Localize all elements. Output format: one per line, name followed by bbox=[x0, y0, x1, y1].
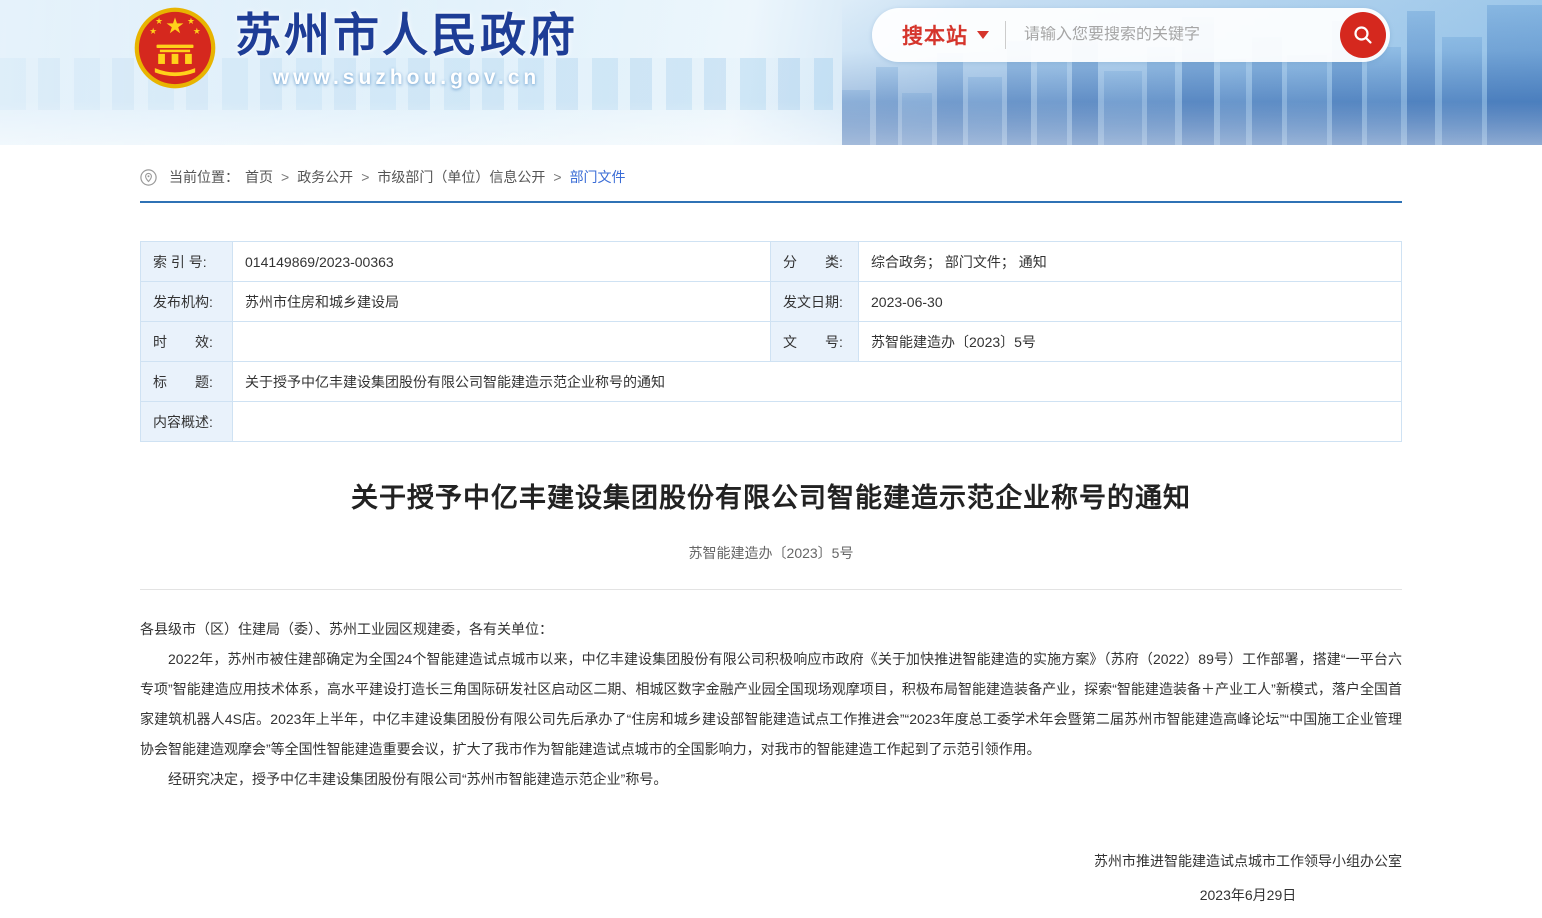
site-brand: 苏州市人民政府 www.suzhou.gov.cn bbox=[133, 6, 578, 90]
meta-date-label: 发文日期: bbox=[771, 282, 859, 322]
breadcrumb-separator: > bbox=[281, 169, 289, 185]
table-row: 标 题: 关于授予中亿丰建设集团股份有限公司智能建造示范企业称号的通知 bbox=[141, 362, 1402, 402]
table-row: 索 引 号: 014149869/2023-00363 分 类: 综合政务； 部… bbox=[141, 242, 1402, 282]
meta-publisher-label: 发布机构: bbox=[141, 282, 233, 322]
meta-index-value: 014149869/2023-00363 bbox=[233, 242, 771, 282]
meta-index-label: 索 引 号: bbox=[141, 242, 233, 282]
breadcrumb-dept-disclosure[interactable]: 市级部门（单位）信息公开 bbox=[377, 167, 545, 187]
meta-category-label: 分 类: bbox=[771, 242, 859, 282]
signature-date: 2023年6月29日 bbox=[1094, 878, 1402, 912]
breadcrumb: 当前位置： 首页 > 政务公开 > 市级部门（单位）信息公开 > 部门文件 bbox=[140, 167, 1402, 187]
meta-summary-label: 内容概述: bbox=[141, 402, 233, 442]
breadcrumb-gov-info[interactable]: 政务公开 bbox=[297, 167, 353, 187]
site-url: www.suzhou.gov.cn bbox=[273, 66, 541, 90]
meta-summary-value bbox=[233, 402, 1402, 442]
breadcrumb-label: 当前位置： bbox=[169, 167, 239, 187]
signature-org: 苏州市推进智能建造试点城市工作领导小组办公室 bbox=[1094, 844, 1402, 878]
site-header: 苏州市人民政府 www.suzhou.gov.cn 搜本站 bbox=[0, 0, 1542, 145]
table-row: 发布机构: 苏州市住房和城乡建设局 发文日期: 2023-06-30 bbox=[141, 282, 1402, 322]
body-paragraph: 经研究决定，授予中亿丰建设集团股份有限公司“苏州市智能建造示范企业”称号。 bbox=[140, 764, 1402, 794]
site-title: 苏州市人民政府 bbox=[235, 6, 578, 64]
title-divider bbox=[140, 589, 1402, 590]
search-icon bbox=[1351, 23, 1375, 47]
meta-publisher-value: 苏州市住房和城乡建设局 bbox=[233, 282, 771, 322]
meta-title-value: 关于授予中亿丰建设集团股份有限公司智能建造示范企业称号的通知 bbox=[233, 362, 1402, 402]
search-button[interactable] bbox=[1340, 12, 1386, 58]
breadcrumb-rule bbox=[140, 201, 1402, 203]
document-number: 苏智能建造办〔2023〕5号 bbox=[140, 543, 1402, 563]
search-scope-label: 搜本站 bbox=[902, 20, 968, 50]
chevron-down-icon bbox=[977, 31, 989, 39]
breadcrumb-separator: > bbox=[553, 169, 561, 185]
meta-date-value: 2023-06-30 bbox=[859, 282, 1402, 322]
search-divider bbox=[1005, 21, 1006, 49]
document-meta-table: 索 引 号: 014149869/2023-00363 分 类: 综合政务； 部… bbox=[140, 241, 1402, 442]
breadcrumb-dept-documents[interactable]: 部门文件 bbox=[570, 167, 626, 187]
meta-category-value: 综合政务； 部门文件； 通知 bbox=[859, 242, 1402, 282]
meta-validity-value bbox=[233, 322, 771, 362]
meta-docnum-label: 文 号: bbox=[771, 322, 859, 362]
breadcrumb-home[interactable]: 首页 bbox=[245, 167, 273, 187]
search-input[interactable] bbox=[1024, 26, 1340, 44]
document-body: 各县级市（区）住建局（委）、苏州工业园区规建委，各有关单位： 2022年，苏州市… bbox=[140, 614, 1402, 794]
meta-title-label: 标 题: bbox=[141, 362, 233, 402]
meta-docnum-value: 苏智能建造办〔2023〕5号 bbox=[859, 322, 1402, 362]
breadcrumb-separator: > bbox=[361, 169, 369, 185]
page-title: 关于授予中亿丰建设集团股份有限公司智能建造示范企业称号的通知 bbox=[140, 476, 1402, 515]
meta-validity-label: 时 效: bbox=[141, 322, 233, 362]
search-scope-dropdown[interactable]: 搜本站 bbox=[902, 20, 989, 50]
salutation: 各县级市（区）住建局（委）、苏州工业园区规建委，各有关单位： bbox=[140, 614, 1402, 644]
table-row: 内容概述: bbox=[141, 402, 1402, 442]
location-icon bbox=[140, 169, 157, 186]
search-bar: 搜本站 bbox=[872, 8, 1390, 62]
table-row: 时 效: 文 号: 苏智能建造办〔2023〕5号 bbox=[141, 322, 1402, 362]
national-emblem-logo bbox=[133, 6, 217, 90]
signature-block: 苏州市推进智能建造试点城市工作领导小组办公室 2023年6月29日 bbox=[140, 844, 1402, 912]
body-paragraph: 2022年，苏州市被住建部确定为全国24个智能建造试点城市以来，中亿丰建设集团股… bbox=[140, 644, 1402, 764]
